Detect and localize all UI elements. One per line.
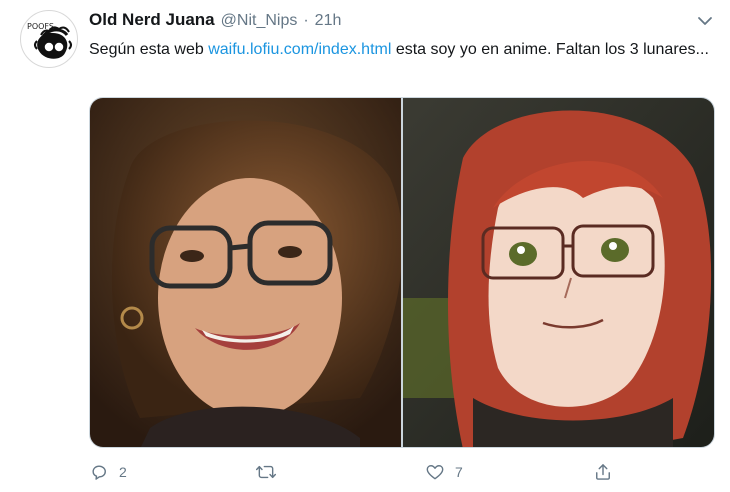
tweet[interactable]: POOFS Old Nerd Juana @Nit_Nips · 21h Seg…: [0, 0, 730, 492]
avatar-drawing: POOFS: [27, 22, 72, 59]
separator-dot: ·: [303, 12, 309, 29]
tweet-header: Old Nerd Juana @Nit_Nips · 21h: [89, 10, 341, 32]
reply-button[interactable]: 2: [89, 462, 127, 482]
avatar[interactable]: POOFS: [20, 10, 78, 68]
tweet-timestamp[interactable]: 21h: [315, 12, 342, 30]
chevron-down-icon[interactable]: [696, 12, 714, 30]
retweet-icon: [255, 465, 277, 479]
reply-icon: [92, 465, 106, 480]
tweet-text: Según esta web waifu.lofiu.com/index.htm…: [89, 38, 709, 61]
like-button[interactable]: 7: [425, 462, 463, 482]
share-button[interactable]: [593, 462, 613, 482]
tweet-text-part: esta soy yo en anime. Faltan los 3 lunar…: [391, 41, 709, 58]
like-icon: [426, 465, 444, 480]
reply-count: 2: [119, 464, 127, 480]
like-count: 7: [455, 464, 463, 480]
media-photo-real[interactable]: [90, 98, 401, 447]
author-display-name[interactable]: Old Nerd Juana: [89, 10, 215, 30]
tweet-text-part: Según esta web: [89, 41, 209, 58]
media-photo-anime[interactable]: [403, 98, 714, 447]
share-icon: [596, 464, 610, 480]
tweet-actions: 2 7: [89, 462, 715, 486]
retweet-button[interactable]: [255, 462, 287, 482]
author-handle[interactable]: @Nit_Nips: [221, 12, 298, 30]
media-grid: [89, 97, 715, 448]
tweet-link[interactable]: waifu.lofiu.com/index.html: [208, 41, 391, 58]
